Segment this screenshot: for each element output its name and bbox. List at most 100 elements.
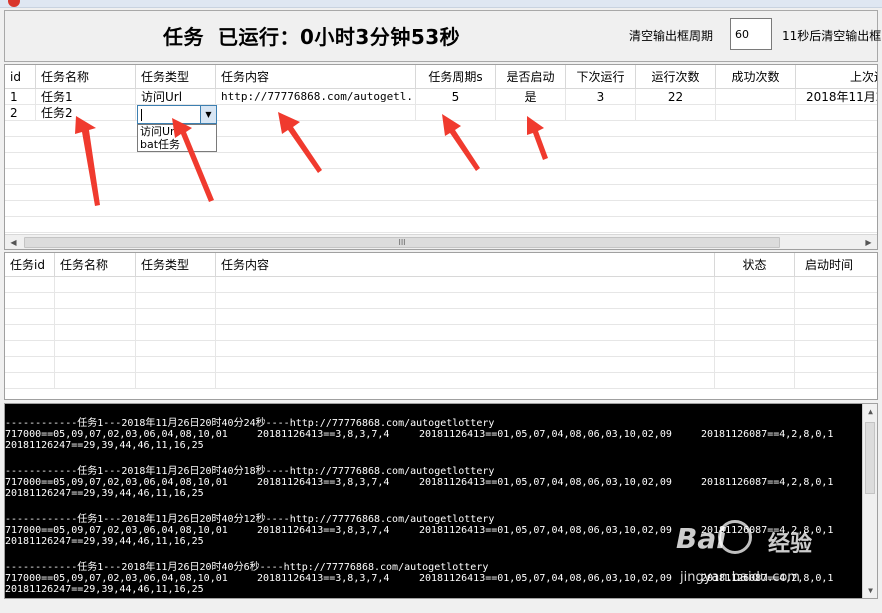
cell-enabled[interactable] bbox=[496, 105, 566, 121]
cell-id: 2 bbox=[5, 105, 36, 121]
log-value: 20181126413==01,05,07,04,08,06,03,10,02,… bbox=[419, 573, 672, 584]
empty-row bbox=[5, 373, 877, 389]
empty-cell bbox=[55, 277, 136, 293]
cell-run-count bbox=[636, 105, 716, 121]
empty-cell bbox=[55, 357, 136, 373]
log-value: 717000==05,09,07,02,03,06,04,08,10,01 bbox=[5, 477, 228, 488]
col-run-count[interactable]: 运行次数 bbox=[636, 65, 716, 89]
dropdown-option-bat[interactable]: bat任务 bbox=[138, 138, 216, 151]
col-task-id[interactable]: 任务id bbox=[5, 253, 55, 277]
log-value: 20181126413==3,8,3,7,4 bbox=[257, 573, 390, 584]
window-bottom-edge bbox=[0, 601, 882, 613]
empty-row bbox=[5, 277, 877, 293]
col-task-content[interactable]: 任务内容 bbox=[216, 253, 715, 277]
col-task-type[interactable]: 任务类型 bbox=[136, 65, 216, 89]
cell-period[interactable]: 5 bbox=[416, 89, 496, 105]
chevron-down-icon[interactable]: ▼ bbox=[200, 106, 216, 123]
scroll-right-icon[interactable]: ▶ bbox=[860, 235, 877, 249]
empty-cell bbox=[55, 373, 136, 389]
page-title: 任务 已运行：0小时3分钟53秒 bbox=[163, 21, 460, 50]
empty-cell bbox=[136, 341, 216, 357]
empty-cell bbox=[136, 357, 216, 373]
empty-cell bbox=[5, 277, 55, 293]
empty-cell bbox=[55, 325, 136, 341]
tasks-grid-header: id 任务名称 任务类型 任务内容 任务周期s 是否启动 下次运行 运行次数 成… bbox=[5, 65, 877, 89]
clear-period-input[interactable]: 60 bbox=[730, 18, 772, 50]
cell-period[interactable] bbox=[416, 105, 496, 121]
header-panel: 任务 已运行：0小时3分钟53秒 清空输出框周期 60 11秒后清空输出框 bbox=[4, 10, 881, 62]
empty-cell bbox=[715, 293, 795, 309]
empty-cell bbox=[216, 309, 715, 325]
empty-cell bbox=[136, 325, 216, 341]
empty-row bbox=[5, 185, 877, 201]
scroll-thumb[interactable] bbox=[865, 422, 875, 494]
dropdown-option-url[interactable]: 访问Url bbox=[138, 125, 216, 138]
empty-cell bbox=[136, 293, 216, 309]
empty-row bbox=[5, 169, 877, 185]
close-icon[interactable] bbox=[8, 0, 20, 7]
scroll-down-icon[interactable]: ▼ bbox=[863, 583, 877, 598]
log-line: 20181126247==29,39,44,46,11,16,25 bbox=[5, 440, 204, 451]
empty-cell bbox=[5, 341, 55, 357]
col-task-name[interactable]: 任务名称 bbox=[55, 253, 136, 277]
empty-row bbox=[5, 137, 877, 153]
cell-content[interactable] bbox=[216, 105, 416, 121]
empty-row bbox=[5, 153, 877, 169]
log-value: 20181126087==4,2,8,0,1 bbox=[701, 477, 834, 488]
cell-name[interactable]: 任务1 bbox=[36, 89, 136, 105]
col-task-content[interactable]: 任务内容 bbox=[216, 65, 416, 89]
col-success-count[interactable]: 成功次数 bbox=[716, 65, 796, 89]
empty-cell bbox=[216, 293, 715, 309]
empty-cell bbox=[5, 309, 55, 325]
log-value: 20181126413==01,05,07,04,08,06,03,10,02,… bbox=[419, 429, 672, 440]
empty-cell bbox=[136, 309, 216, 325]
scroll-grip: III bbox=[398, 238, 406, 247]
log-value: 20181126087==4,2,8,0,1 bbox=[701, 429, 834, 440]
table-row[interactable]: 2 任务2 bbox=[5, 105, 877, 121]
log-value: 20181126413==01,05,07,04,08,06,03,10,02,… bbox=[419, 477, 672, 488]
cell-content[interactable]: http://77776868.com/autogetl... bbox=[216, 89, 416, 105]
empty-row bbox=[5, 325, 877, 341]
empty-cell bbox=[216, 325, 715, 341]
horizontal-scrollbar[interactable]: ◀ III ▶ bbox=[5, 234, 877, 249]
title-prefix: 任务 bbox=[163, 25, 204, 49]
col-task-type[interactable]: 任务类型 bbox=[136, 253, 216, 277]
cell-type[interactable]: 访问Url bbox=[136, 89, 216, 105]
log-line: 20181126247==29,39,44,46,11,16,25 bbox=[5, 488, 204, 499]
cell-enabled[interactable]: 是 bbox=[496, 89, 566, 105]
col-enabled[interactable]: 是否启动 bbox=[496, 65, 566, 89]
table-row[interactable]: 1 任务1 访问Url http://77776868.com/autogetl… bbox=[5, 89, 877, 105]
log-header: ------------任务1---2018年11月26日20时40分18秒--… bbox=[5, 466, 495, 477]
empty-cell bbox=[715, 373, 795, 389]
col-id[interactable]: id bbox=[5, 65, 36, 89]
scroll-up-icon[interactable]: ▲ bbox=[863, 404, 877, 419]
col-status[interactable]: 状态 bbox=[715, 253, 795, 277]
col-start-time[interactable]: 启动时间 bbox=[795, 253, 877, 277]
log-header: ------------任务1---2018年11月26日20时40分24秒--… bbox=[5, 418, 495, 429]
tasks-grid[interactable]: id 任务名称 任务类型 任务内容 任务周期s 是否启动 下次运行 运行次数 成… bbox=[4, 64, 878, 250]
empty-cell bbox=[216, 357, 715, 373]
vertical-scrollbar[interactable]: ▲ ▼ bbox=[862, 404, 877, 598]
col-task-period[interactable]: 任务周期s bbox=[416, 65, 496, 89]
running-tasks-grid[interactable]: 任务id 任务名称 任务类型 任务内容 状态 启动时间 bbox=[4, 252, 878, 400]
col-last-run[interactable]: 上次运 bbox=[796, 65, 877, 89]
cell-success-count bbox=[716, 89, 796, 105]
empty-cell bbox=[715, 277, 795, 293]
scroll-left-icon[interactable]: ◀ bbox=[5, 235, 22, 249]
task-type-combobox[interactable]: ▼ bbox=[137, 105, 217, 124]
output-console[interactable]: ------------任务1---2018年11月26日20时40分24秒--… bbox=[4, 403, 878, 599]
empty-cell bbox=[216, 277, 715, 293]
scroll-thumb[interactable]: III bbox=[24, 237, 780, 248]
log-value: 20181126413==3,8,3,7,4 bbox=[257, 525, 390, 536]
log-line: 20181126247==29,39,44,46,11,16,25 bbox=[5, 536, 204, 547]
cell-next-run: 3 bbox=[566, 89, 636, 105]
col-task-name[interactable]: 任务名称 bbox=[36, 65, 136, 89]
log-value: 20181126413==3,8,3,7,4 bbox=[257, 477, 390, 488]
empty-cell bbox=[136, 373, 216, 389]
empty-cell bbox=[5, 325, 55, 341]
col-next-run[interactable]: 下次运行 bbox=[566, 65, 636, 89]
task-type-dropdown[interactable]: 访问Url bat任务 bbox=[137, 124, 217, 152]
cell-name[interactable]: 任务2 bbox=[36, 105, 136, 121]
empty-cell bbox=[5, 293, 55, 309]
cell-id: 1 bbox=[5, 89, 36, 105]
